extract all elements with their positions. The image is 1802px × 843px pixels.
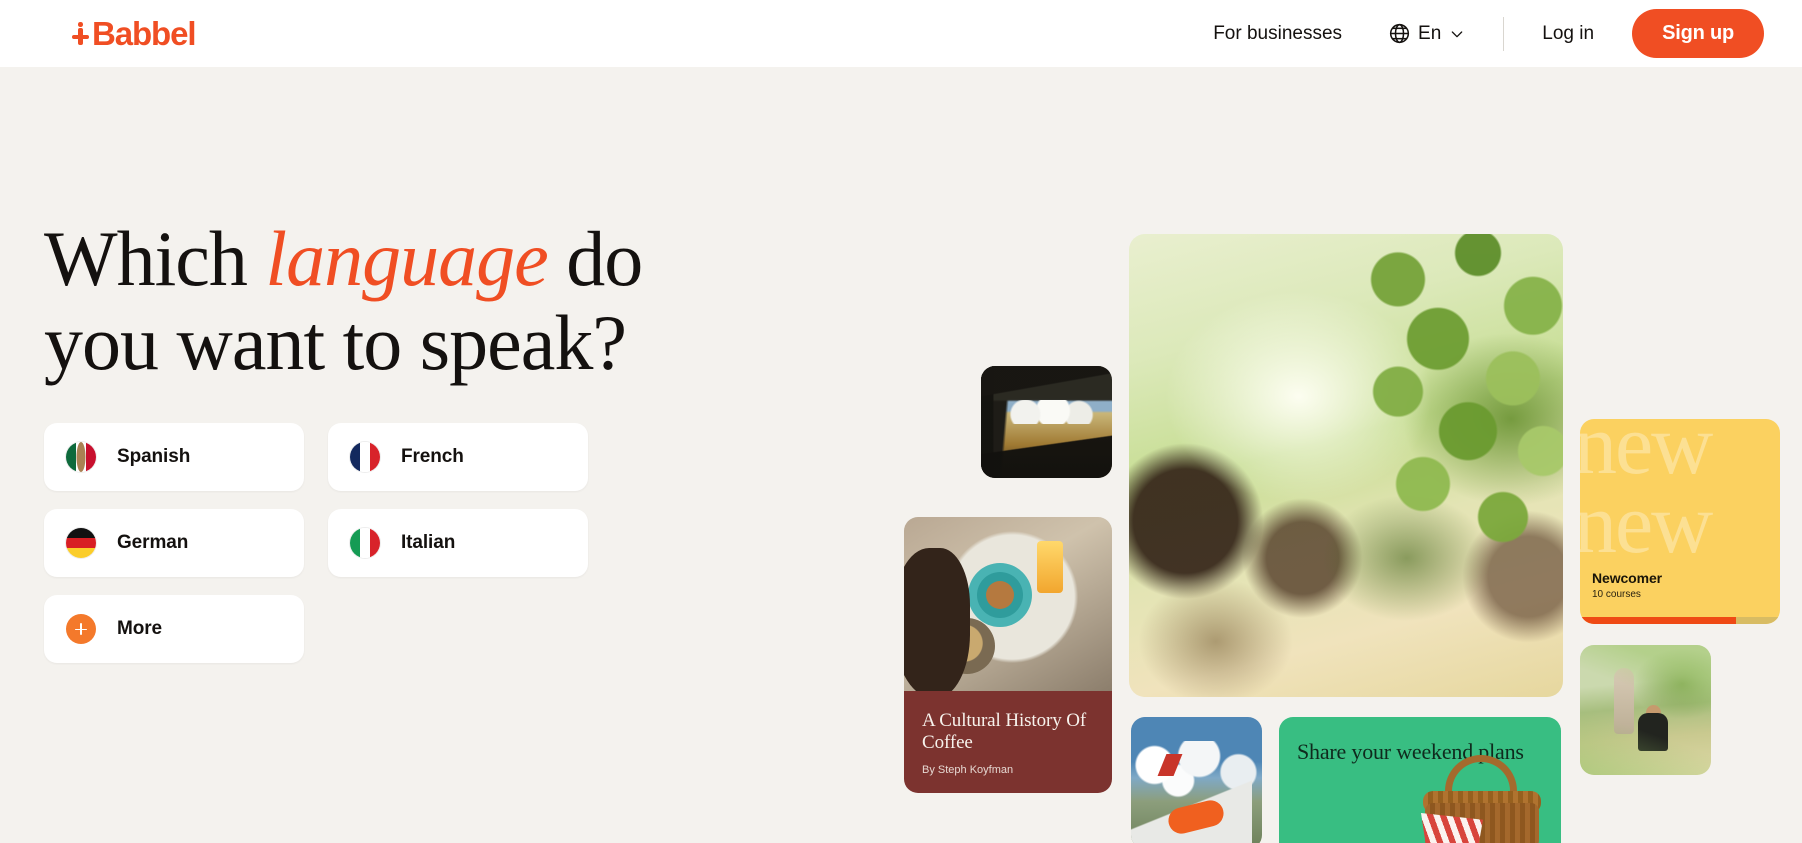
photo-car-frame <box>981 366 1112 478</box>
babbel-logo[interactable]: Babbel <box>72 15 197 52</box>
coffee-card-author: By Steph Koyfman <box>922 763 1014 776</box>
globe-icon <box>1388 22 1411 45</box>
language-switcher[interactable]: En <box>1384 22 1469 45</box>
newcomer-progress-bar <box>1580 617 1780 624</box>
login-link[interactable]: Log in <box>1534 23 1602 45</box>
newcomer-watermark-text: new new <box>1580 419 1713 572</box>
newcomer-card-courses: 10 courses <box>1592 589 1641 600</box>
babbel-logo-text: Babbel <box>92 15 197 52</box>
header-nav: For businesses En Log in Sign up <box>1205 9 1764 58</box>
photo-orange-juice <box>1037 541 1064 594</box>
newcomer-card-title: Newcomer <box>1592 570 1663 586</box>
card-coffee-article[interactable]: A Cultural History Of Coffee By Steph Ko… <box>904 691 1112 793</box>
photo-garden <box>1580 645 1711 775</box>
photo-person-hair <box>904 548 970 691</box>
babbel-logo-mark <box>72 21 91 47</box>
photo-garden-foreground-blur <box>1580 645 1711 775</box>
newcomer-card-meta: Newcomer 10 courses <box>1592 570 1662 600</box>
coffee-card-title: A Cultural History Of Coffee <box>922 710 1087 754</box>
photo-car-window <box>981 366 1112 478</box>
card-weekend-plans[interactable]: Share your weekend plans Daily Life <box>1279 717 1561 843</box>
hero-photo-friends <box>1129 234 1563 697</box>
photo-brunch-table <box>904 517 1112 691</box>
photo-airplane-wing <box>1131 717 1262 843</box>
newcomer-progress-fill <box>1580 617 1736 624</box>
picnic-basket-icon <box>1417 755 1547 843</box>
nav-for-businesses[interactable]: For businesses <box>1205 23 1350 45</box>
site-header: Babbel For businesses En Log in Sign up <box>0 0 1802 67</box>
language-label: En <box>1418 22 1442 44</box>
card-newcomer-course[interactable]: new new Newcomer 10 courses <box>1580 419 1780 624</box>
header-divider <box>1503 16 1505 51</box>
photo-latte-cup <box>976 572 1023 619</box>
hero-photo-foliage <box>1323 234 1563 550</box>
chevron-down-icon <box>1448 26 1465 42</box>
main-content: Which language do you want to speak? Spa… <box>0 67 1802 843</box>
hero-collage: A Cultural History Of Coffee By Steph Ko… <box>0 67 1802 843</box>
signup-button[interactable]: Sign up <box>1632 9 1764 58</box>
